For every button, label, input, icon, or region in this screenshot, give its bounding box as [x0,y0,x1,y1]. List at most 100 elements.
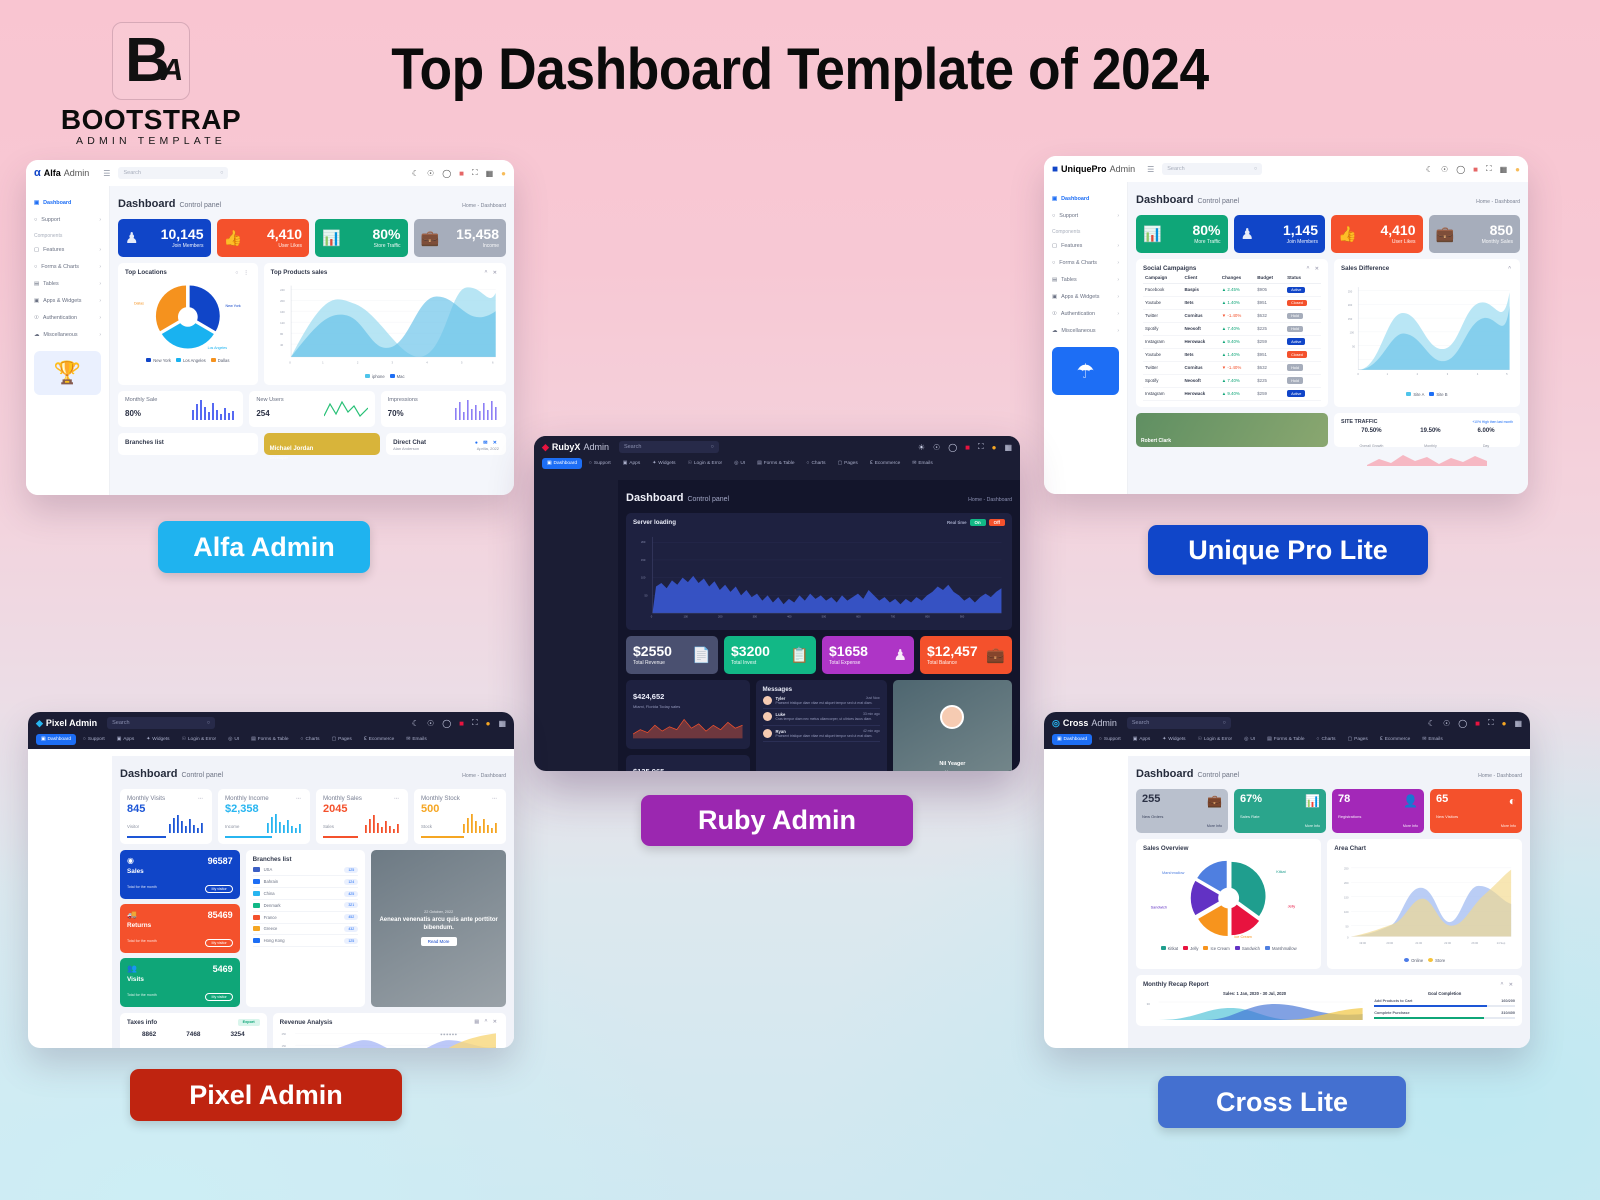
branch-row[interactable]: Denmark 321 [252,900,359,912]
tab-ecommerce[interactable]: ℇ Ecommerce [359,734,400,745]
tab-dashboard[interactable]: ▣ Dashboard [542,458,583,469]
more-icon[interactable]: ⋯ [492,796,499,802]
more-info-link[interactable]: More Info [1338,824,1418,828]
stat-card[interactable]: $1658 Total Expense ♟ [822,636,914,674]
more-icon[interactable]: ⋯ [198,796,205,802]
stat-card[interactable]: 👍 4,410 User Likes [216,219,309,257]
tab-ecommerce[interactable]: ℇ Ecommerce [865,458,906,469]
sidebar-item-miscellaneous[interactable]: ☁ Miscellaneous › [26,326,109,343]
tab-ui[interactable]: ◎ UI [729,458,750,469]
unique-search-input[interactable]: Search ○ [1162,163,1263,175]
table-row[interactable]: Facebook Baspis ▲ 2.45% $905 Active [1143,283,1321,297]
tab-pages[interactable]: ▢ Pages [1343,734,1373,745]
tab-charts[interactable]: ○ Charts [802,458,831,469]
tab-support[interactable]: ○ Support [584,458,616,469]
ruby-nav-tabs[interactable]: ▣ Dashboard ○ Support ▣ Apps ✦ Widgets ☉ Logi… [534,458,1020,473]
sidebar-item-forms-charts[interactable]: ○ Forms & Charts › [26,258,109,275]
tab-apps[interactable]: ▣ Apps [1128,734,1155,745]
more-icon[interactable]: ⋯ [296,796,303,802]
branch-row[interactable]: Greece 432 [252,924,359,936]
tab-login-error[interactable]: ☉ Login & Error [1193,734,1238,745]
sidebar-item-dashboard[interactable]: ▣ Dashboard [1044,190,1127,207]
stat-card[interactable]: ♟ 1,145 Join Members [1233,215,1325,253]
tab-ui[interactable]: ◎ UI [1239,734,1260,745]
hamburger-icon[interactable]: ☰ [103,169,110,178]
stat-card[interactable]: 67% Sales Rate 📊 More Info [1234,789,1326,833]
sidebar-item-authentication[interactable]: ☉ Authentication › [1044,305,1127,322]
sidebar-item-features[interactable]: ▢ Features › [26,241,109,258]
stat-card[interactable]: 💼 15,458 Income [413,219,506,257]
tab-emails[interactable]: ✉ Emails [1417,734,1447,745]
more-icon[interactable]: ⋯ [394,796,401,802]
tab-widgets[interactable]: ✦ Widgets [647,458,680,469]
table-row[interactable]: Youtube Itets ▲ 1.40% $951 Closed [1143,296,1321,310]
tab-pages[interactable]: ▢ Pages [327,734,357,745]
tab-charts[interactable]: ○ Charts [296,734,325,745]
stat-card[interactable]: 78 Registrations 👤 More Info [1332,789,1424,833]
card-actions[interactable]: ○ ⋮ [235,270,250,276]
table-row[interactable]: Twitter Cornitus ▼ -1.40% $632 Hold [1143,361,1321,375]
cross-search-input[interactable]: Search ○ [1126,717,1231,729]
card-actions[interactable]: ^ ✕ [1501,982,1516,988]
tab-forms-table[interactable]: ▤ Forms & Table [752,458,799,469]
tab-emails[interactable]: ✉ Emails [401,734,431,745]
card-actions[interactable]: ^ ✕ [1307,266,1322,272]
monthly-income-card[interactable]: Monthly Income ⋯ $2,358 Income [218,789,310,844]
stat-card[interactable]: $12,457 Total Balance 💼 [920,636,1012,674]
total-button[interactable]: My visitor [205,992,233,1001]
tab-forms-table[interactable]: ▤ Forms & Table [1262,734,1309,745]
sidebar-item-forms-charts[interactable]: ○ Forms & Charts › [1044,254,1127,271]
sidebar-item-miscellaneous[interactable]: ☁ Miscellaneous › [1044,322,1127,339]
pixel-nav-tabs[interactable]: ▣ Dashboard ○ Support ▣ Apps ✦ Widgets ☉ Logi… [28,734,514,749]
tab-apps[interactable]: ▣ Apps [618,458,645,469]
tab-widgets[interactable]: ✦ Widgets [1157,734,1190,745]
sidebar-item-dashboard[interactable]: ▣ Dashboard [26,194,109,211]
sidebar-item-apps-widgets[interactable]: ▣ Apps & Widgets › [1044,288,1127,305]
alfa-topbar-icons[interactable]: ☾ ☉ ◯ ■ ⛶ ▦ ● [412,168,506,178]
monthly-visits-card[interactable]: Monthly Visits ⋯ 845 Visitor [120,789,212,844]
pixel-search-input[interactable]: Search ○ [107,717,216,729]
stat-card[interactable]: $2550 Total Revenue 📄 [626,636,718,674]
table-row[interactable]: Spotify Neosoft ▲ 7.40% $225 Hold [1143,322,1321,336]
message-item[interactable]: Tyler Just Now Praesent tristique diam vit… [762,693,880,710]
monthly-stock-card[interactable]: Monthly Stock ⋯ 500 Stock [414,789,506,844]
stat-card[interactable]: 📊 80% More Traffic [1136,215,1228,253]
stat-card[interactable]: 👍 4,410 User Likes [1331,215,1423,253]
more-info-link[interactable]: More Info [1142,824,1222,828]
branch-row[interactable]: China 425 [252,888,359,900]
cross-lite-screenshot[interactable]: ◎ Cross Admin Search ○ ☾ ☉ ◯ ■ ⛶ ● ▦ ▣ Dashboa… [1044,712,1530,1048]
stat-card[interactable]: ♟ 10,145 Join Members [118,219,211,257]
sidebar-item-apps-widgets[interactable]: ▣ Apps & Widgets › [26,292,109,309]
table-row[interactable]: Youtube Itets ▲ 1.40% $951 Closed [1143,348,1321,362]
stat-card[interactable]: 65 New Visitors ◐ More Info [1430,789,1522,833]
tab-login-error[interactable]: ☉ Login & Error [683,458,728,469]
card-actions[interactable]: ▤ ^ ✕ [474,1019,499,1025]
tab-pages[interactable]: ▢ Pages [833,458,863,469]
sales-total-card[interactable]: ◉ 96587 Sales Total for the month My vis… [120,849,240,899]
more-info-link[interactable]: More Info [1436,824,1516,828]
branch-row[interactable]: Bahrain 124 [252,876,359,889]
returns-total-card[interactable]: 🚚 85469 Returns Total for the month My v… [120,903,240,953]
tab-ecommerce[interactable]: ℇ Ecommerce [1375,734,1416,745]
pixel-admin-screenshot[interactable]: ◆ Pixel Admin Search ○ ☾ ☉ ◯ ■ ⛶ ● ▦ ▣ Dashboa… [28,712,514,1048]
unique-pro-lite-screenshot[interactable]: ■ UniquePro Admin ☰ Search ○ ☾ ☉ ◯ ■ ⛶ ▦ ● ▣ … [1044,156,1528,494]
tab-login-error[interactable]: ☉ Login & Error [177,734,222,745]
cross-topbar-icons[interactable]: ☾ ☉ ◯ ■ ⛶ ● ▦ [1428,718,1522,728]
stat-card[interactable]: 255 New Orders 💼 More Info [1136,789,1228,833]
total-button[interactable]: My visitor [205,884,233,893]
tab-forms-table[interactable]: ▤ Forms & Table [246,734,293,745]
stat-card[interactable]: 📊 80% Store Traffic [315,219,408,257]
sidebar-item-features[interactable]: ▢ Features › [1044,237,1127,254]
tab-support[interactable]: ○ Support [1094,734,1126,745]
sidebar-item-support[interactable]: ○ Support › [1044,207,1127,224]
alfa-sidebar[interactable]: ▣ Dashboard ○ Support › Components ▢ Fea… [26,186,110,495]
table-row[interactable]: Twitter Cornitus ▼ -1.40% $632 Hold [1143,309,1321,323]
table-row[interactable]: Spotify Neosoft ▲ 7.40% $225 Hold [1143,374,1321,388]
card-actions[interactable]: ● ✉ ✕ [475,440,499,446]
message-item[interactable]: Luke 33 min ago Cras tempor diam nec metus… [762,709,880,726]
visits-total-card[interactable]: 👥 5469 Visits Total for the month My vis… [120,957,240,1007]
unique-topbar-icons[interactable]: ☾ ☉ ◯ ■ ⛶ ▦ ● [1426,164,1520,174]
tab-dashboard[interactable]: ▣ Dashboard [36,734,77,745]
card-actions[interactable]: ^ ✕ [485,270,500,276]
stat-card[interactable]: $3200 Total Invest 📋 [724,636,816,674]
